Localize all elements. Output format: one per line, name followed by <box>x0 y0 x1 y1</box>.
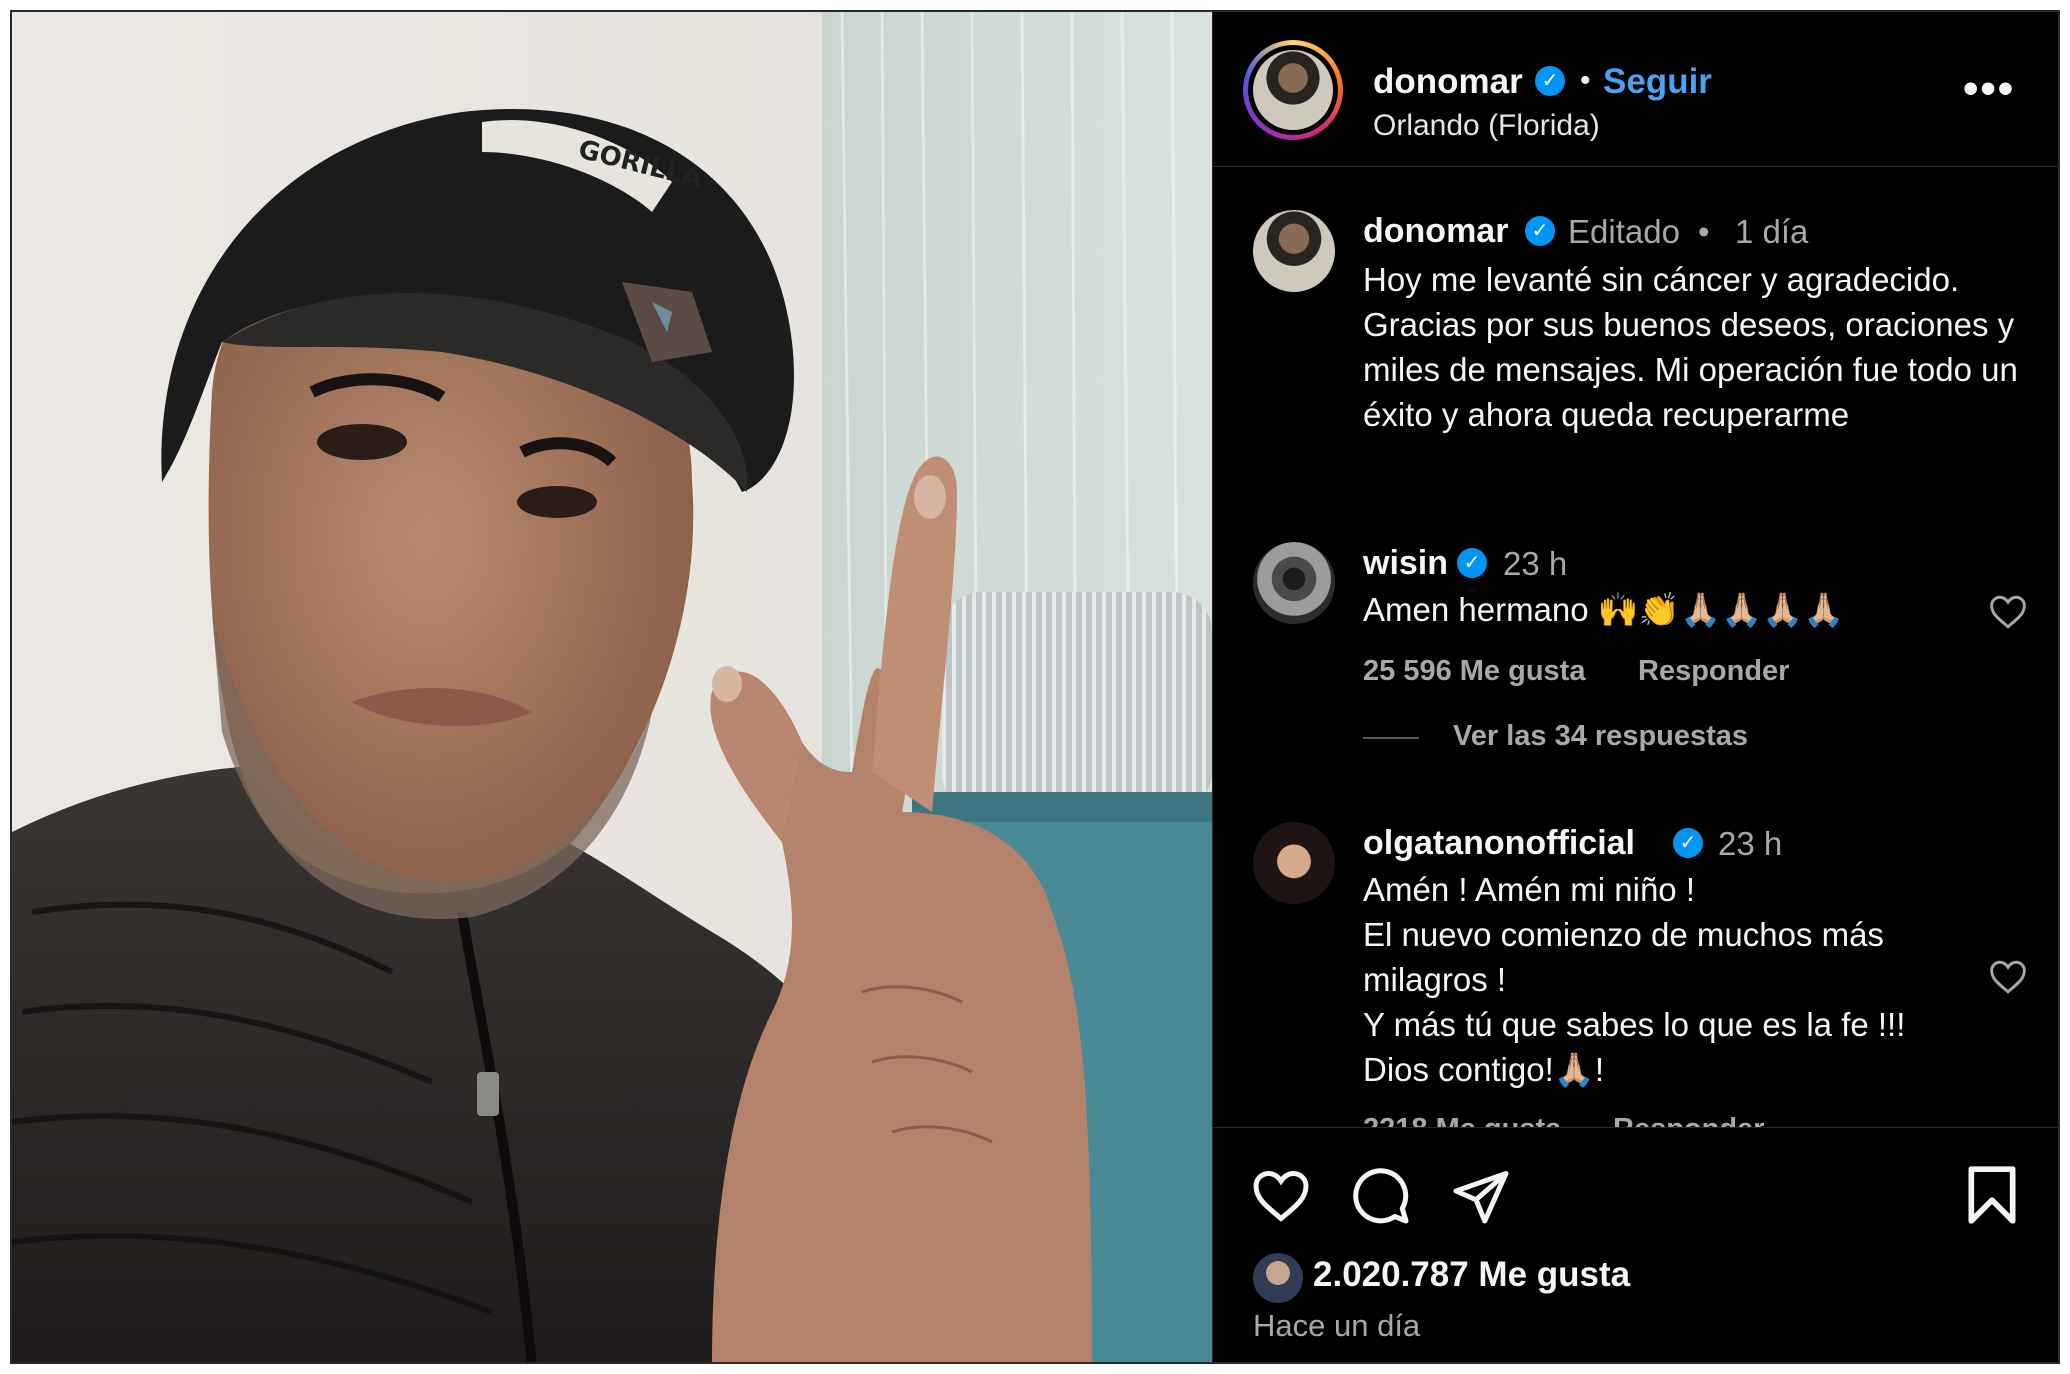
more-icon[interactable]: ••• <box>1963 64 2015 114</box>
caption-dot: • <box>1698 213 1710 250</box>
verified-icon: ✓ <box>1525 216 1555 246</box>
post-photo[interactable]: GORILLA <box>12 12 1212 1362</box>
bookmark-icon[interactable] <box>1965 1164 2019 1226</box>
replies-divider <box>1363 737 1419 739</box>
comment-like-heart-icon[interactable] <box>1988 594 2028 630</box>
comment-avatar-wisin[interactable] <box>1253 542 1335 624</box>
separator-dot: • <box>1580 64 1591 97</box>
post-details-panel: donomar ✓ • Seguir Orlando (Florida) •••… <box>1212 12 2058 1362</box>
reply-button-olga[interactable]: Responder <box>1613 1113 1764 1127</box>
comment-avatar-olga[interactable] <box>1253 822 1335 904</box>
likes-count[interactable]: 2.020.787 Me gusta <box>1313 1255 1630 1295</box>
verified-icon: ✓ <box>1535 66 1565 96</box>
comment-line: milagros ! <box>1363 961 1507 998</box>
comment-line: Amén ! Amén mi niño ! <box>1363 871 1695 908</box>
comment-username-olga[interactable]: olgatanonofficial <box>1363 824 1635 863</box>
caption-time[interactable]: 1 día <box>1735 213 1808 251</box>
comment-text-wisin: Amen hermano 🙌👏🙏🏼🙏🏼🙏🏼🙏🏼 <box>1363 591 1845 628</box>
verified-icon: ✓ <box>1673 828 1703 858</box>
verified-icon: ✓ <box>1457 548 1487 578</box>
comment-line: Dios contigo!🙏🏼! <box>1363 1051 1605 1088</box>
comment-icon[interactable] <box>1351 1166 1411 1226</box>
comment-time-wisin[interactable]: 23 h <box>1503 545 1567 583</box>
caption-text: Hoy me levanté sin cáncer y agradecido. … <box>1363 261 2018 433</box>
story-ring[interactable] <box>1243 40 1343 140</box>
author-username[interactable]: donomar <box>1373 62 1523 102</box>
selfie-image: GORILLA <box>12 12 1212 1362</box>
comment-likes-wisin[interactable]: 25 596 Me gusta <box>1363 655 1585 688</box>
avatar <box>1253 50 1333 130</box>
caption-username[interactable]: donomar <box>1363 212 1508 251</box>
follow-button[interactable]: Seguir <box>1603 62 1712 102</box>
view-replies-button[interactable]: Ver las 34 respuestas <box>1453 720 1748 753</box>
comment-like-heart-icon[interactable] <box>1988 959 2028 995</box>
post-actions-footer: 2.020.787 Me gusta Hace un día <box>1213 1127 2058 1362</box>
comment-line: Y más tú que sabes lo que es la fe !!! <box>1363 1006 1906 1043</box>
share-icon[interactable] <box>1451 1166 1511 1226</box>
comment-line: El nuevo comienzo de muchos más <box>1363 916 1884 953</box>
post-header: donomar ✓ • Seguir Orlando (Florida) ••• <box>1213 12 2058 167</box>
heart-icon[interactable] <box>1251 1168 1311 1224</box>
comment-likes-olga[interactable]: 2218 Me gusta <box>1363 1113 1561 1127</box>
caption-edited: Editado <box>1568 213 1680 250</box>
reply-button-wisin[interactable]: Responder <box>1638 655 1789 688</box>
comments-list[interactable]: donomar ✓ Editado • 1 día Hoy me levanté… <box>1213 167 2058 1127</box>
post-date[interactable]: Hace un día <box>1253 1308 1420 1344</box>
likes-avatar[interactable] <box>1253 1253 1303 1303</box>
comment-time-olga[interactable]: 23 h <box>1718 825 1782 863</box>
comment-username-wisin[interactable]: wisin <box>1363 544 1448 583</box>
instagram-post-window: GORILLA donomar ✓ • Seguir Orlando (Flor… <box>10 10 2060 1364</box>
location-link[interactable]: Orlando (Florida) <box>1373 109 1600 143</box>
caption-avatar[interactable] <box>1253 210 1335 292</box>
